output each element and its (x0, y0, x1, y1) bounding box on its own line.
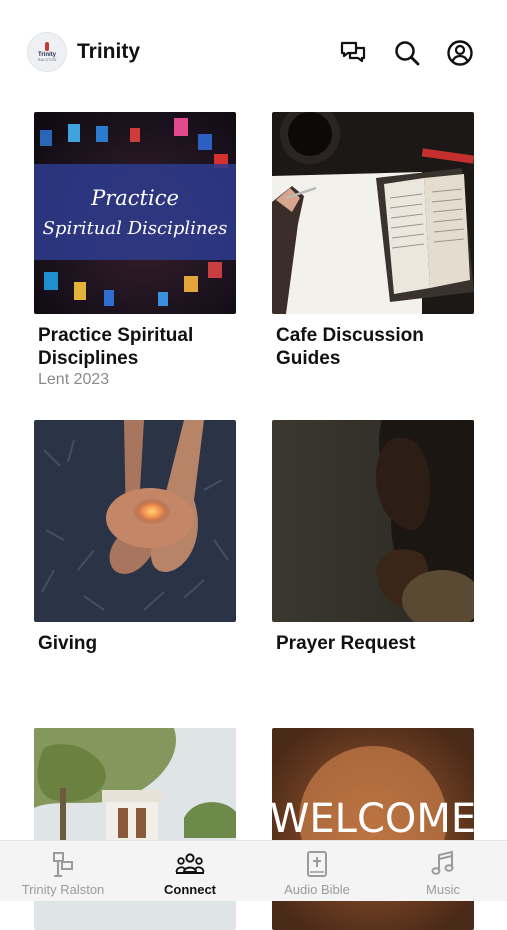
tab-label: Music (426, 882, 460, 897)
profile-icon (447, 40, 473, 66)
card-prayer-request[interactable]: Prayer Request (272, 420, 474, 655)
card-image (34, 420, 236, 622)
tab-audio-bible[interactable]: Audio Bible (254, 841, 380, 901)
image-text-line2: Spiritual Disciplines (43, 218, 228, 239)
tab-trinity-ralston[interactable]: Trinity Ralston (0, 841, 126, 901)
search-icon (395, 41, 420, 66)
app-title: Trinity (77, 40, 141, 63)
app-header: Trinity RALSTON Trinity (0, 28, 507, 76)
tab-label: Trinity Ralston (21, 882, 105, 897)
card-image: Practice Spiritual Disciplines (34, 112, 236, 314)
tab-music[interactable]: Music (380, 841, 506, 901)
card-subtitle: Lent 2023 (38, 371, 110, 388)
card-cafe-discussion-guides[interactable]: Cafe Discussion Guides (272, 112, 474, 370)
tab-label: Connect (164, 882, 216, 897)
card-title: Prayer Request (276, 633, 416, 654)
bible-icon (307, 851, 327, 877)
card-practice-spiritual-disciplines[interactable]: Practice Spiritual Disciplines Practice … (34, 112, 236, 389)
chat-button[interactable] (339, 39, 367, 67)
cross-mark-icon (45, 41, 49, 51)
search-button[interactable] (393, 39, 421, 67)
card-giving[interactable]: Giving (34, 420, 236, 655)
logo-subtext: RALSTON (37, 56, 57, 62)
image-text-welcome: WELCOME (272, 796, 474, 842)
bottom-tab-bar: Trinity Ralston Connect Audio Bible Musi… (0, 840, 507, 901)
card-title: Giving (38, 633, 98, 654)
image-text-line1: Practice (90, 186, 179, 210)
tab-connect[interactable]: Connect (127, 841, 253, 901)
church-logo[interactable]: Trinity RALSTON (27, 32, 67, 72)
card-title: Practice Spiritual Disciplines (38, 325, 194, 369)
card-image (272, 420, 474, 622)
card-title: Cafe Discussion Guides (276, 325, 424, 369)
profile-button[interactable] (446, 39, 474, 67)
chat-icon (340, 41, 366, 63)
card-image (272, 112, 474, 314)
tab-label: Audio Bible (284, 882, 350, 897)
signpost-icon (53, 852, 73, 877)
music-note-icon (431, 850, 454, 875)
people-icon (175, 853, 205, 874)
